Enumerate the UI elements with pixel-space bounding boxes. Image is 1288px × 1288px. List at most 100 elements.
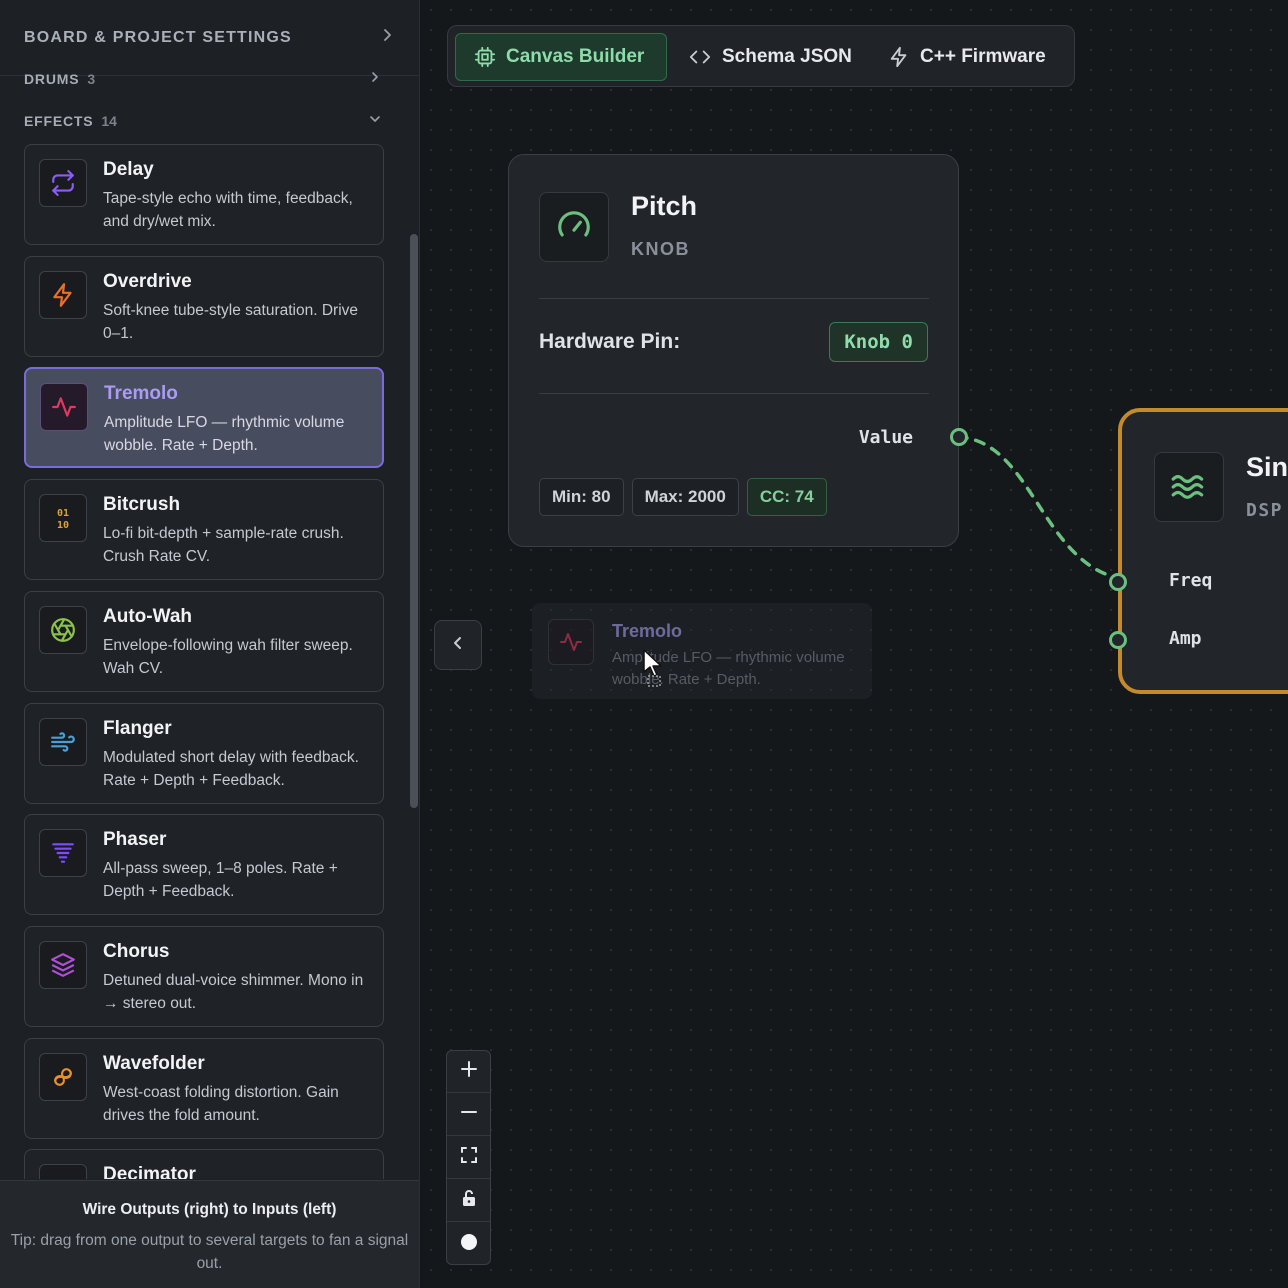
cursor-icon <box>643 649 662 687</box>
output-port-value[interactable] <box>950 428 968 446</box>
min-chip[interactable]: Min: 80 <box>539 478 624 516</box>
pulse-icon <box>40 383 88 431</box>
zoom-out-button[interactable] <box>447 1094 490 1136</box>
category-drums[interactable]: DRUMS 3 <box>24 70 383 88</box>
tab-label: Canvas Builder <box>506 46 645 67</box>
hardware-pin-select[interactable]: Knob 0 <box>829 322 928 362</box>
module-description: Lo-fi bit-depth + sample-rate crush. Cru… <box>103 525 344 565</box>
waves-icon <box>1154 452 1224 522</box>
board-project-settings-header[interactable]: BOARD & PROJECT SETTINGS <box>0 0 419 76</box>
zoom-controls <box>446 1050 491 1265</box>
theme-toggle-button[interactable] <box>447 1223 490 1265</box>
module-card-overdrive[interactable]: Overdrive Soft-knee tube-style saturatio… <box>24 256 384 357</box>
module-description: Detuned dual-voice shimmer. Mono in → st… <box>103 972 364 1012</box>
lightning-icon <box>888 46 910 68</box>
module-name: Overdrive <box>103 271 192 292</box>
binary-icon: 01 10 <box>39 494 87 542</box>
fold-icon <box>39 1053 87 1101</box>
module-card-auto-wah[interactable]: Auto-Wah Envelope-following wah filter s… <box>24 591 384 692</box>
chip-icon <box>474 46 496 68</box>
max-chip[interactable]: Max: 2000 <box>631 478 739 516</box>
chevron-left-icon <box>450 635 466 656</box>
input-label-amp: Amp <box>1169 628 1202 649</box>
module-description: Modulated short delay with feedback. Rat… <box>103 749 359 789</box>
filter-icon <box>39 829 87 877</box>
view-tabs: Canvas Builder Schema JSON C++ Firmware <box>447 25 1075 87</box>
minus-icon <box>459 1102 479 1127</box>
category-count: 14 <box>101 113 117 129</box>
drag-ghost-tremolo: Tremolo Amplitude LFO — rhythmic volume … <box>532 603 872 699</box>
module-name: Chorus <box>103 941 170 962</box>
module-description: All-pass sweep, 1–8 poles. Rate + Depth … <box>103 860 338 900</box>
module-card-phaser[interactable]: Phaser All-pass sweep, 1–8 poles. Rate +… <box>24 814 384 915</box>
layers-icon <box>39 941 87 989</box>
aperture-icon <box>39 606 87 654</box>
fit-view-button[interactable] <box>447 1137 490 1179</box>
effects-module-list: Delay Tape-style echo with time, feedbac… <box>24 144 384 1179</box>
category-count: 3 <box>87 71 96 87</box>
module-name: Tremolo <box>104 383 178 404</box>
cc-chip[interactable]: CC: 74 <box>746 478 827 516</box>
plus-icon <box>459 1059 479 1084</box>
decimator-icon <box>39 1164 87 1179</box>
chevron-right-icon <box>367 70 383 88</box>
wiring-tip-panel: Wire Outputs (right) to Inputs (left) Ti… <box>0 1180 419 1288</box>
module-card-chorus[interactable]: Chorus Detuned dual-voice shimmer. Mono … <box>24 926 384 1027</box>
tab-canvas-builder[interactable]: Canvas Builder <box>455 33 667 81</box>
category-effects[interactable]: EFFECTS 14 <box>24 112 383 130</box>
input-port-freq[interactable] <box>1109 573 1127 591</box>
module-library-sidebar: BOARD & PROJECT SETTINGS DRUMS 3 EFFECTS… <box>0 0 420 1288</box>
divider <box>539 393 929 394</box>
module-description: Soft-knee tube-style saturation. Drive 0… <box>103 302 359 342</box>
parameter-chips: Min: 80 Max: 2000 CC: 74 <box>539 478 827 516</box>
pulse-icon <box>548 619 594 665</box>
repeat-icon <box>39 159 87 207</box>
sidebar-scrollbar[interactable] <box>410 234 418 808</box>
module-card-wavefolder[interactable]: Wavefolder West-coast folding distortion… <box>24 1038 384 1139</box>
app-root: BOARD & PROJECT SETTINGS DRUMS 3 EFFECTS… <box>0 0 1288 1288</box>
knob-node-pitch[interactable]: Pitch KNOB Hardware Pin: Knob 0 Value Mi… <box>508 154 968 547</box>
settings-header-title: BOARD & PROJECT SETTINGS <box>24 28 292 46</box>
collapse-sidebar-button[interactable] <box>434 620 482 670</box>
ghost-name: Tremolo <box>612 621 683 641</box>
tab-label: C++ Firmware <box>920 46 1046 67</box>
tip-text: Tip: drag from one output to several tar… <box>10 1232 409 1272</box>
lock-button[interactable] <box>447 1180 490 1222</box>
chevron-right-icon <box>379 28 395 47</box>
fullscreen-icon <box>459 1145 479 1170</box>
module-card-tremolo[interactable]: Tremolo Amplitude LFO — rhythmic volume … <box>24 367 384 468</box>
node-title: Pitch <box>631 191 698 221</box>
lightning-icon <box>39 271 87 319</box>
input-port-amp[interactable] <box>1109 631 1127 649</box>
module-card-flanger[interactable]: Flanger Modulated short delay with feedb… <box>24 703 384 804</box>
node-title: Sine <box>1246 452 1288 482</box>
module-description: Envelope-following wah filter sweep. Wah… <box>103 637 353 677</box>
zoom-in-button[interactable] <box>447 1051 490 1093</box>
module-card-bitcrush[interactable]: 01 10 Bitcrush Lo-fi bit-depth + sample-r… <box>24 479 384 580</box>
canvas-area[interactable]: Canvas Builder Schema JSON C++ Firmware … <box>421 0 1288 1288</box>
category-label: DRUMS <box>24 71 80 87</box>
tab-cpp-firmware[interactable]: C++ Firmware <box>870 33 1064 81</box>
gauge-icon <box>539 192 609 262</box>
module-card-delay[interactable]: Delay Tape-style echo with time, feedbac… <box>24 144 384 245</box>
tab-schema-json[interactable]: Schema JSON <box>670 33 870 81</box>
module-name: Decimator <box>103 1164 196 1179</box>
node-kind: KNOB <box>631 239 690 259</box>
module-name: Phaser <box>103 829 167 850</box>
tab-label: Schema JSON <box>722 46 852 67</box>
svg-text:10: 10 <box>57 520 69 531</box>
chevron-down-icon <box>367 112 383 130</box>
wire-value-to-freq <box>956 435 1120 580</box>
module-card-decimator[interactable]: Decimator <box>24 1149 384 1179</box>
module-description: West-coast folding distortion. Gain driv… <box>103 1084 339 1124</box>
unlock-icon <box>459 1188 479 1213</box>
svg-text:01: 01 <box>57 508 69 519</box>
module-name: Flanger <box>103 718 172 739</box>
wind-icon <box>39 718 87 766</box>
code-icon <box>688 46 712 68</box>
dsp-node-sine[interactable]: Sine DSP Freq Amp <box>1109 408 1288 694</box>
output-label-value: Value <box>858 427 913 448</box>
module-name: Bitcrush <box>103 494 181 515</box>
circle-icon <box>459 1232 479 1257</box>
module-description: Tape-style echo with time, feedback, and… <box>103 190 353 230</box>
